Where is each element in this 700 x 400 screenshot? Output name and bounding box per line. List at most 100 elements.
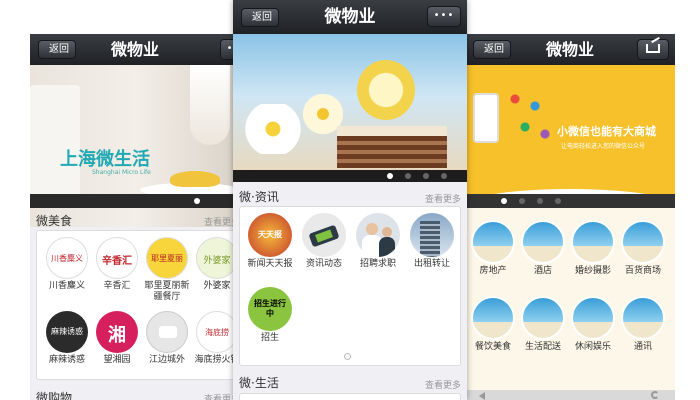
life-card-top <box>239 393 461 400</box>
grid-item-info-updates[interactable]: 资讯动态 <box>298 213 350 270</box>
item-label: 休闲娱乐 <box>574 342 611 352</box>
item-label: 房地产 <box>479 266 507 276</box>
beach-icon <box>521 296 565 340</box>
section-title-news: 微·资讯 <box>239 190 279 204</box>
carousel-dots <box>465 194 675 208</box>
beach-icon <box>521 220 565 264</box>
lamp-shape <box>190 65 230 145</box>
item-label: 川香麋义 <box>48 281 85 291</box>
item-label: 通讯 <box>633 342 652 352</box>
grid-item-wedding[interactable]: 婚纱摄影 <box>567 220 619 277</box>
banner-title: 上海微生活 <box>60 149 150 170</box>
share-button[interactable] <box>637 36 669 60</box>
beach-icon <box>621 296 665 340</box>
refresh-icon[interactable] <box>651 391 659 399</box>
banner-cake[interactable] <box>233 34 467 172</box>
carousel-dot[interactable] <box>405 173 411 179</box>
grid-item-real-estate[interactable]: 房地产 <box>467 220 519 277</box>
phone-screen-left: 返回 微物业 ••• 上海微生活 Shanghai Micro Life 微美食… <box>30 34 240 400</box>
fruit-shape <box>170 171 220 187</box>
item-label: 酒店 <box>533 266 552 276</box>
carousel-dot[interactable] <box>387 173 393 179</box>
carousel-dot[interactable] <box>423 173 429 179</box>
flower-shape <box>243 104 303 154</box>
food-grid: 川香麋义 川香麋义 辛香汇 辛香汇 耶里夏丽 耶里夏丽新疆餐厅 外婆家 外婆家 … <box>36 230 240 380</box>
banner-title: 小微信也能有大商城 <box>557 125 656 138</box>
grid-item-jiangbian[interactable]: 江边城外 <box>141 311 193 366</box>
section-more-link[interactable]: 查看更多 <box>425 378 461 391</box>
logo-jiangbian <box>146 311 188 353</box>
item-label: 餐饮美食 <box>474 342 511 352</box>
grid-item-delivery[interactable]: 生活配送 <box>517 296 569 353</box>
grid-item-hotel[interactable]: 酒店 <box>517 220 569 277</box>
app-icons-scatter <box>505 85 555 155</box>
grid-item-leisure[interactable]: 休闲娱乐 <box>567 296 619 353</box>
logo-enrollment: 招生进行中 <box>248 287 292 331</box>
logo-malayouhuo: 麻辣诱惑 <box>46 311 88 353</box>
more-button[interactable]: ••• <box>427 6 461 27</box>
logo-chuanxiang: 川香麋义 <box>46 237 88 279</box>
logo-wangxiangyuan: 湘 <box>96 311 138 353</box>
lemon-slice <box>357 60 415 120</box>
carousel-dot[interactable] <box>501 198 507 204</box>
logo-news-daily: 天天报 <box>248 213 292 257</box>
logo-haidilao: 海底捞 <box>196 311 238 353</box>
grid-item-enrollment[interactable]: 招生进行中 招生 <box>244 287 296 344</box>
logo-xinxianghui: 辛香汇 <box>96 237 138 279</box>
nav-bar: 返回 微物业 <box>465 34 675 65</box>
carousel-dots <box>30 194 240 208</box>
share-icon <box>646 36 660 53</box>
item-label: 招聘求职 <box>359 259 396 269</box>
nav-bar: 返回 微物业 ••• <box>233 0 467 34</box>
grid-item-xinxianghui[interactable]: 辛香汇 辛香汇 <box>91 237 143 292</box>
item-label: 麻辣诱惑 <box>48 355 85 365</box>
beach-icon <box>621 220 665 264</box>
cake-body <box>337 136 447 168</box>
carousel-dots <box>233 170 467 182</box>
item-label: 婚纱摄影 <box>574 266 611 276</box>
item-label: 新闻天天报 <box>247 259 293 269</box>
nav-title: 微物业 <box>110 40 159 59</box>
carousel-dot[interactable] <box>194 198 200 204</box>
news-grid: 天天报 新闻天天报 资讯动态 招聘求职 出租转让 招生进行中 招生 <box>239 206 461 366</box>
section-more-link[interactable]: 查看更多 <box>425 192 461 205</box>
item-label: 望湘园 <box>103 355 131 365</box>
banner-subtitle: Shanghai Micro Life <box>92 169 151 176</box>
carousel-dot[interactable] <box>537 198 543 204</box>
carousel-dot[interactable] <box>555 198 561 204</box>
section-title-shopping: 微购物 <box>36 391 73 400</box>
item-label: 百货商场 <box>624 266 661 276</box>
item-label: 生活配送 <box>524 342 561 352</box>
grid-item-rental[interactable]: 出租转让 <box>406 213 458 270</box>
grid-item-malayouhuo[interactable]: 麻辣诱惑 麻辣诱惑 <box>41 311 93 366</box>
banner-subtitle: 让电商轻松进入您的微信公众号 <box>561 143 646 150</box>
beach-icon <box>471 296 515 340</box>
carousel-dot[interactable] <box>441 173 447 179</box>
grid-item-recruitment[interactable]: 招聘求职 <box>352 213 404 270</box>
item-label: 招生 <box>260 333 279 343</box>
logo-recruitment <box>356 213 400 257</box>
section-title-food: 微美食 <box>36 214 73 228</box>
logo-rental <box>410 213 454 257</box>
back-arrow-icon[interactable] <box>479 392 485 400</box>
bottom-toolbar <box>465 390 675 400</box>
item-label: 江边城外 <box>148 355 185 365</box>
logo-yelixiali: 耶里夏丽 <box>146 237 188 279</box>
phone-screen-right: 返回 微物业 小微信也能有大商城 让电商轻松进入您的微信公众号 房地产 酒店 婚… <box>465 34 675 400</box>
item-label: 辛香汇 <box>103 281 131 291</box>
grid-item-dining[interactable]: 餐饮美食 <box>467 296 519 353</box>
category-grid: 房地产 酒店 婚纱摄影 百货商场 餐饮美食 生活配送 休闲娱乐 通讯 <box>465 208 675 400</box>
item-label: 耶里夏丽新疆餐厅 <box>144 281 190 302</box>
grid-item-telecom[interactable]: 通讯 <box>617 296 669 353</box>
phone-screen-center: 返回 微物业 ••• 微·资讯 查看更多 天天报 新闻天天报 资讯动态 招聘求职… <box>233 0 467 400</box>
logo-waipojia: 外婆家 <box>196 237 238 279</box>
grid-item-news-daily[interactable]: 天天报 新闻天天报 <box>244 213 296 270</box>
grid-item-wangxiangyuan[interactable]: 湘 望湘园 <box>91 311 143 366</box>
carousel-dot[interactable] <box>519 198 525 204</box>
grid-item-yelixiali[interactable]: 耶里夏丽 耶里夏丽新疆餐厅 <box>141 237 193 303</box>
beach-icon <box>571 220 615 264</box>
beach-icon <box>471 220 515 264</box>
grid-item-department-store[interactable]: 百货商场 <box>617 220 669 277</box>
item-label: 出租转让 <box>413 259 450 269</box>
grid-item-chuanxiang[interactable]: 川香麋义 川香麋义 <box>41 237 93 292</box>
